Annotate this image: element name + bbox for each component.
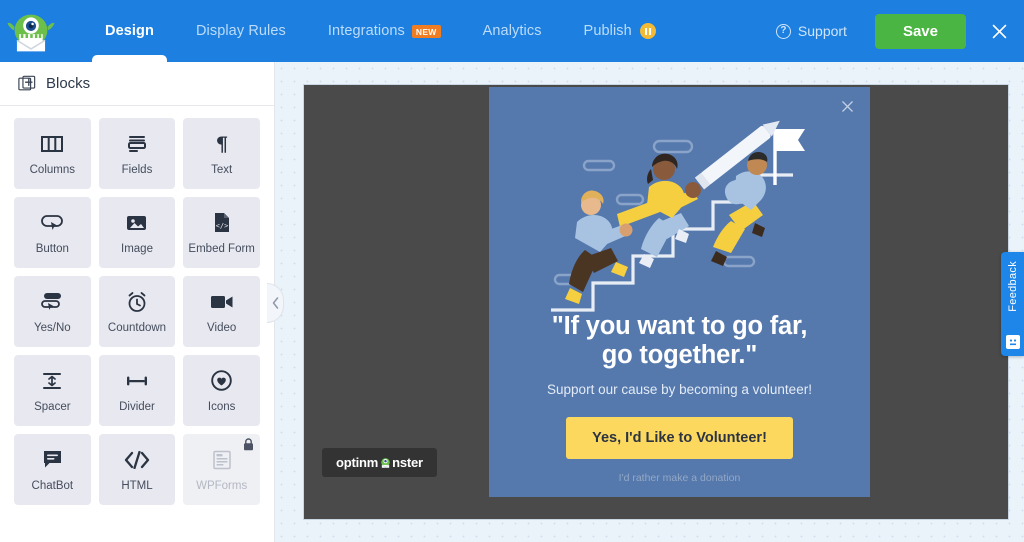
close-icon	[992, 24, 1006, 38]
popup-content: "If you want to go far, go together." Su…	[489, 312, 870, 484]
blocks-sidebar: Blocks Columns Fields ¶ Text Button Imag…	[0, 62, 275, 542]
campaign-preview-frame: "If you want to go far, go together." Su…	[303, 84, 1009, 520]
monster-mascot-icon	[7, 14, 55, 52]
tab-design[interactable]: Design	[84, 0, 175, 67]
svg-text:</>: </>	[215, 222, 228, 230]
watermark-text-after: nster	[392, 455, 423, 470]
tab-integrations-label: Integrations	[327, 23, 405, 39]
block-label: Yes/No	[34, 321, 71, 334]
feedback-tab[interactable]: Feedback	[1001, 252, 1024, 356]
video-camera-icon	[210, 290, 234, 314]
new-badge: NEW	[411, 24, 441, 38]
headline-line-1: "If you want to go far,	[551, 312, 808, 340]
tab-analytics-label: Analytics	[482, 23, 542, 39]
block-label: Image	[121, 242, 153, 255]
block-tile-fields[interactable]: Fields	[98, 118, 176, 189]
tab-publish-label: Publish	[583, 23, 632, 39]
optinmonster-watermark[interactable]: optinm nster	[322, 448, 437, 477]
block-tile-button[interactable]: Button	[14, 197, 91, 268]
embed-form-icon: </>	[213, 211, 231, 235]
save-button[interactable]: Save	[874, 13, 966, 49]
block-label: HTML	[121, 479, 153, 492]
watermark-text-before: optinm	[336, 455, 379, 470]
campaign-canvas: "If you want to go far, go together." Su…	[275, 62, 1024, 542]
wpforms-icon	[212, 448, 232, 472]
block-tile-yes-no[interactable]: Yes/No	[14, 276, 91, 347]
block-tile-spacer[interactable]: Spacer	[14, 355, 91, 426]
block-tile-text[interactable]: ¶ Text	[183, 118, 260, 189]
paragraph-icon: ¶	[212, 132, 232, 156]
headline-line-2: go together."	[601, 340, 758, 369]
block-label: Fields	[121, 163, 153, 176]
feedback-label: Feedback	[1006, 261, 1019, 312]
button-icon	[40, 211, 64, 235]
tab-publish[interactable]: Publish	[563, 0, 677, 62]
popup-campaign: "If you want to go far, go together." Su…	[489, 87, 870, 497]
support-label: Support	[797, 23, 847, 39]
block-label: Divider	[119, 400, 155, 413]
block-tile-video[interactable]: Video	[183, 276, 260, 347]
lock-icon	[243, 438, 254, 451]
block-tile-chatbot[interactable]: ChatBot	[14, 434, 91, 505]
figure-middle	[617, 153, 701, 268]
block-label: Text	[211, 163, 233, 176]
tab-display-rules-label: Display Rules	[195, 23, 286, 39]
block-label: Button	[35, 242, 69, 255]
yes-no-icon	[40, 290, 64, 314]
block-tile-divider[interactable]: Divider	[98, 355, 176, 426]
figure-bottom	[565, 190, 630, 304]
block-label: WPForms	[196, 479, 248, 492]
sidebar-header: Blocks	[0, 62, 274, 106]
volunteer-cta-button[interactable]: Yes, I'd Like to Volunteer!	[566, 417, 793, 460]
svg-text:¶: ¶	[215, 134, 228, 154]
alarm-clock-icon	[126, 290, 148, 314]
block-label: Countdown	[107, 321, 167, 334]
block-tile-wpforms: WPForms	[183, 434, 260, 505]
block-label: ChatBot	[31, 479, 74, 492]
blocks-add-icon	[18, 75, 36, 90]
block-label: Columns	[29, 163, 76, 176]
tab-design-label: Design	[105, 23, 154, 39]
top-navigation-bar: Design Display Rules Integrations NEW An…	[0, 0, 1024, 67]
block-label: Embed Form	[188, 242, 255, 255]
tab-display-rules[interactable]: Display Rules	[175, 0, 307, 62]
tab-analytics[interactable]: Analytics	[462, 0, 563, 62]
close-builder-button[interactable]	[984, 16, 1014, 46]
block-label: Icons	[207, 400, 236, 413]
optinmonster-campaign-builder: Design Display Rules Integrations NEW An…	[0, 0, 1024, 542]
chevron-left-icon	[272, 297, 278, 309]
chat-bubble-icon	[42, 448, 63, 472]
image-icon	[126, 211, 147, 235]
block-label: Video	[207, 321, 237, 334]
block-tile-image[interactable]: Image	[98, 197, 176, 268]
popup-subheadline: Support our cause by becoming a voluntee…	[547, 382, 812, 398]
optinmonster-logo[interactable]	[0, 0, 62, 62]
blocks-grid: Columns Fields ¶ Text Button Image </> E…	[0, 106, 274, 517]
block-label: Spacer	[34, 400, 71, 413]
topbar-actions: ? Support Save	[770, 13, 1024, 49]
spacer-icon	[41, 369, 63, 393]
columns-icon	[41, 132, 64, 156]
heart-circle-icon	[211, 369, 232, 393]
tab-integrations[interactable]: Integrations NEW	[307, 0, 462, 62]
sidebar-title: Blocks	[46, 75, 91, 92]
people-climbing-stairs-illustration	[489, 105, 870, 323]
pause-circle-icon	[639, 23, 656, 39]
feedback-face-icon	[1005, 335, 1020, 349]
fields-icon	[126, 132, 148, 156]
block-tile-icons[interactable]: Icons	[183, 355, 260, 426]
support-button[interactable]: ? Support	[770, 23, 853, 39]
help-circle-icon: ?	[775, 23, 791, 39]
block-tile-countdown[interactable]: Countdown	[98, 276, 176, 347]
main-tabs: Design Display Rules Integrations NEW An…	[84, 0, 677, 67]
block-tile-embed-form[interactable]: </> Embed Form	[183, 197, 260, 268]
donation-link[interactable]: I'd rather make a donation	[489, 472, 870, 484]
code-icon	[124, 448, 150, 472]
monster-mascot-icon	[380, 458, 390, 468]
block-tile-columns[interactable]: Columns	[14, 118, 91, 189]
popup-headline: "If you want to go far, go together."	[489, 312, 870, 369]
block-tile-html[interactable]: HTML	[98, 434, 176, 505]
divider-icon	[125, 369, 149, 393]
